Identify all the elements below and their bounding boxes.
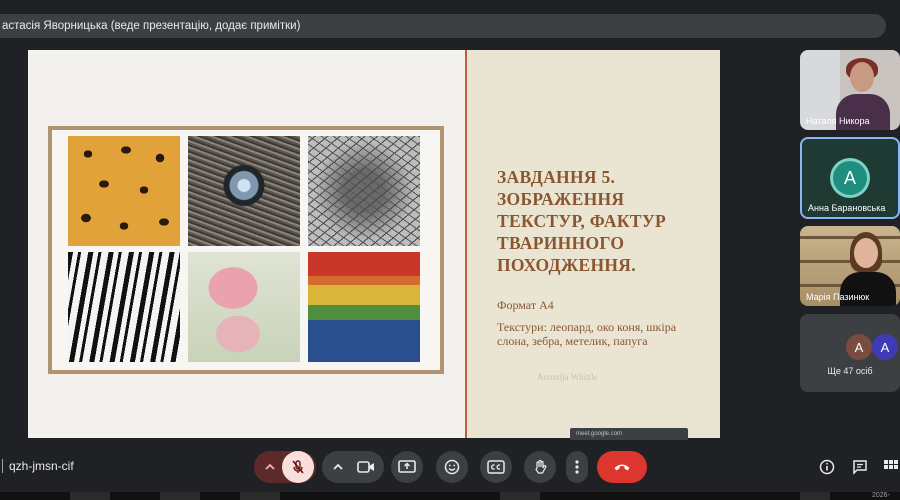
taskbar-thumbnail[interactable] [500, 492, 540, 500]
elephant-skin-texture-tile [308, 136, 420, 246]
more-vert-icon [575, 460, 579, 474]
camera-icon [357, 461, 374, 473]
meet-url-tag: meet.google.com [570, 428, 688, 440]
horse-eye-texture-tile [188, 136, 300, 246]
participant-name: Марія Пазинюк [806, 292, 870, 302]
reactions-button[interactable] [436, 451, 468, 483]
zebra-texture-tile [68, 252, 180, 362]
participant-video-face [850, 62, 874, 92]
parrot-texture-tile [308, 252, 420, 362]
participant-avatar: A [833, 161, 867, 195]
raise-hand-button[interactable] [524, 451, 556, 483]
butterfly-texture-tile [188, 252, 300, 362]
meeting-code: qzh-jmsn-cif [0, 459, 74, 473]
captions-button[interactable] [480, 451, 512, 483]
artwork-sheet [52, 130, 440, 370]
slide-title-line: ТВАРИННОГО [497, 233, 625, 253]
info-icon [819, 459, 835, 475]
camera-toggle-button[interactable] [350, 451, 382, 483]
meeting-code-text: qzh-jmsn-cif [9, 459, 74, 473]
bookshelf-decoration [800, 236, 900, 239]
taskbar-thumbnail[interactable] [240, 492, 280, 500]
participant-mini-avatar: А [872, 334, 898, 360]
meet-url-text: meet.google.com [576, 431, 623, 437]
slide-title-line: ЗАВДАННЯ 5. [497, 167, 616, 187]
participant-video-face [854, 238, 878, 268]
slide-title-line: ЗОБРАЖЕННЯ [497, 189, 625, 209]
slide-faint-caption: Antonija Whittle [537, 372, 598, 382]
taskbar-thumbnail[interactable] [800, 492, 830, 500]
captions-icon [487, 460, 505, 474]
slide-title-line: ПОХОДЖЕННЯ. [497, 255, 636, 275]
slide-title-line: ТЕКСТУР, ФАКТУР [497, 211, 666, 231]
chevron-up-icon [333, 463, 343, 470]
chevron-up-icon [265, 463, 275, 470]
presenter-banner-text: астасія Яворницька (веде презентацію, до… [2, 20, 301, 32]
os-taskbar: 2026- [0, 492, 900, 500]
slide-title: ЗАВДАННЯ 5. ЗОБРАЖЕННЯ ТЕКСТУР, ФАКТУР Т… [497, 166, 712, 276]
activities-button[interactable] [882, 458, 900, 476]
participant-name: Анна Барановська [808, 203, 886, 213]
more-participants-tile[interactable]: А А Ще 47 осіб [800, 314, 900, 392]
end-call-icon [614, 464, 630, 471]
participant-tile[interactable]: Марія Пазинюк [800, 226, 900, 306]
more-participants-label: Ще 47 осіб [827, 366, 873, 376]
artwork-photo [48, 126, 444, 374]
meeting-details-button[interactable] [818, 458, 836, 476]
participant-tile[interactable]: Наталя Никора [800, 50, 900, 130]
taskbar-thumbnail[interactable] [160, 492, 200, 500]
participant-name: Наталя Никора [806, 116, 870, 126]
present-button[interactable] [391, 451, 423, 483]
emoji-icon [444, 459, 460, 475]
participant-mini-avatar: А [846, 334, 872, 360]
slide-textures: Текстури: леопард, око коня, шкіра слона… [497, 320, 677, 348]
more-options-button[interactable] [566, 451, 588, 483]
raise-hand-icon [535, 459, 547, 474]
meeting-code-separator [2, 459, 3, 473]
shared-screen: ЗАВДАННЯ 5. ЗОБРАЖЕННЯ ТЕКСТУР, ФАКТУР Т… [28, 50, 720, 438]
activities-icon [884, 460, 898, 469]
chat-icon [853, 460, 867, 475]
taskbar-date: 2026- [872, 492, 890, 499]
present-icon [398, 460, 416, 473]
end-call-button[interactable] [597, 451, 647, 483]
slide-text-panel: ЗАВДАННЯ 5. ЗОБРАЖЕННЯ ТЕКСТУР, ФАКТУР Т… [467, 50, 720, 438]
slide-image-panel [28, 50, 466, 438]
slide-format: Формат А4 [497, 298, 554, 312]
leopard-texture-tile [68, 136, 180, 246]
participant-tile-speaking[interactable]: A Анна Барановська [800, 137, 900, 219]
mic-off-icon [292, 460, 304, 474]
presenter-banner: астасія Яворницька (веде презентацію, до… [0, 14, 886, 38]
taskbar-thumbnail[interactable] [70, 492, 110, 500]
chat-button[interactable] [851, 458, 869, 476]
mic-toggle-button[interactable] [282, 451, 314, 483]
